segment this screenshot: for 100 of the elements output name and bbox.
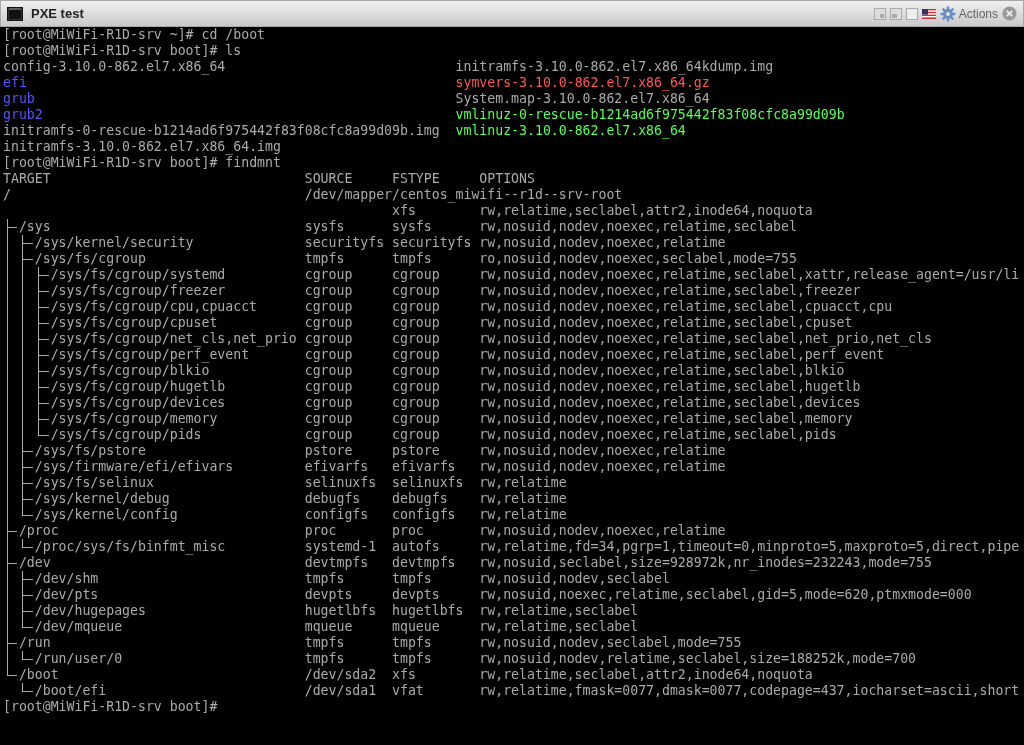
file-name: efi xyxy=(3,75,27,90)
restore-icon[interactable] xyxy=(889,7,902,20)
file-name: vmlinuz-0-rescue-b1214ad6f975442f83f08cfc8a99d09b xyxy=(455,107,845,122)
mount-options: rw,relatime,seclabel,attr2,inode64,noquota xyxy=(479,667,813,683)
mount-fstype: proc xyxy=(392,523,425,539)
mount-fstype: sysfs xyxy=(392,219,433,235)
mount-source: /dev/sda2 xyxy=(304,667,378,683)
mount-source: devpts xyxy=(304,587,354,603)
mount-fstype: tmpfs xyxy=(392,635,433,651)
mount-fstype: cgroup xyxy=(392,395,441,411)
mount-fstype: cgroup xyxy=(392,427,441,443)
mount-target: /sys/fs/cgroup/pids xyxy=(50,427,202,443)
mount-target: /sys xyxy=(18,219,51,235)
mount-source: securityfs xyxy=(304,235,386,251)
mount-fstype: devpts xyxy=(392,587,441,603)
mount-options: rw,nosuid,nodev,relatime,seclabel,size=188252k,mode=700 xyxy=(479,651,917,667)
maximize-icon[interactable] xyxy=(905,7,918,20)
mount-fstype: selinuxfs xyxy=(392,475,465,491)
mount-fstype: tmpfs xyxy=(392,251,433,267)
mount-options: rw,relatime xyxy=(479,507,567,523)
mount-source: pstore xyxy=(304,443,354,459)
mount-options: rw,nosuid,nodev,noexec,relatime,seclabel,cpuacct,cpu xyxy=(479,299,893,315)
mount-options: rw,relatime xyxy=(479,491,567,507)
mount-fstype: cgroup xyxy=(392,331,441,347)
mount-fstype: cgroup xyxy=(392,283,441,299)
mount-fstype: autofs xyxy=(392,539,441,555)
mount-fstype: cgroup xyxy=(392,379,441,395)
mount-source: systemd-1 xyxy=(304,539,378,555)
mount-options: ro,nosuid,nodev,noexec,seclabel,mode=755 xyxy=(479,251,797,267)
mount-options: rw,relatime,fd=34,pgrp=1,timeout=0,minproto=5,maxproto=5,direct,pipe xyxy=(479,539,1020,555)
mount-fstype: debugfs xyxy=(392,491,449,507)
mount-source: configfs xyxy=(304,507,370,523)
mount-target: /sys/fs/cgroup/devices xyxy=(50,395,226,411)
mount-target: /sys/fs/cgroup/cpuset xyxy=(50,315,218,331)
mount-options: rw,nosuid,nodev,noexec,relatime,seclabel,net_prio,net_cls xyxy=(479,331,932,347)
mount-source: cgroup xyxy=(304,379,354,395)
file-name: grub xyxy=(3,91,35,106)
file-name: config-3.10.0-862.el7.x86_64 xyxy=(3,59,226,74)
mount-options: rw,nosuid,nodev,noexec,relatime,seclabel,cpuset xyxy=(479,315,853,331)
mount-source: mqueue xyxy=(304,619,354,635)
mount-source: cgroup xyxy=(304,267,354,283)
mount-target: /sys/fs/cgroup/systemd xyxy=(50,267,226,283)
mount-fstype: cgroup xyxy=(392,363,441,379)
mount-source: sysfs xyxy=(304,219,346,235)
mount-fstype: cgroup xyxy=(392,267,441,283)
command-line: [root@MiWiFi-R1D-srv ~]# cd /boot xyxy=(3,27,265,43)
mount-source: cgroup xyxy=(304,331,354,347)
mount-target: /proc xyxy=(18,523,59,539)
mount-options: rw,nosuid,nodev,noexec,relatime xyxy=(479,459,726,475)
flag-icon[interactable] xyxy=(921,8,936,19)
window-title: PXE test xyxy=(31,6,84,21)
mount-target: /dev/hugepages xyxy=(34,603,146,619)
mount-target: /sys/fs/cgroup/perf_event xyxy=(50,347,250,363)
mount-fstype: devtmpfs xyxy=(392,555,457,571)
mount-fstype: cgroup xyxy=(392,315,441,331)
mount-target: /boot xyxy=(18,667,59,683)
actions-button[interactable]: Actions xyxy=(939,5,998,22)
mount-target: /dev/pts xyxy=(34,587,99,603)
mount-fstype: tmpfs xyxy=(392,651,433,667)
mount-target: /sys/kernel/debug xyxy=(34,491,170,507)
mount-target: /sys/fs/cgroup/net_cls,net_prio xyxy=(50,331,297,347)
minimize-icon[interactable] xyxy=(873,7,886,20)
mount-fstype: xfs xyxy=(392,203,417,219)
mount-options: rw,nosuid,seclabel,size=928972k,nr_inodes=232243,mode=755 xyxy=(479,555,932,571)
mount-target: /sys/fs/cgroup/hugetlb xyxy=(50,379,226,395)
mount-target: /dev/mqueue xyxy=(34,619,123,635)
mount-options: rw,nosuid,noexec,relatime,seclabel,gid=5,mode=620,ptmxmode=000 xyxy=(479,587,972,603)
mount-options: rw,relatime,seclabel,attr2,inode64,noquota xyxy=(479,203,813,219)
close-icon[interactable] xyxy=(1002,6,1017,21)
mount-target: /dev xyxy=(18,555,51,571)
mount-source: tmpfs xyxy=(304,635,346,651)
mount-options: rw,nosuid,nodev,noexec,relatime,seclabel,freezer xyxy=(479,283,861,299)
mount-options: rw,nosuid,nodev,noexec,relatime,seclabel,hugetlb xyxy=(479,379,861,395)
mount-fstype: mqueue xyxy=(392,619,441,635)
mount-source: tmpfs xyxy=(304,571,346,587)
mount-source: debugfs xyxy=(304,491,362,507)
mount-source: cgroup xyxy=(304,363,354,379)
mount-fstype: tmpfs xyxy=(392,571,433,587)
mount-options: rw,relatime xyxy=(479,475,567,491)
mount-source: cgroup xyxy=(304,411,354,427)
mount-target: /sys/fs/selinux xyxy=(34,475,154,491)
mount-fstype: cgroup xyxy=(392,299,441,315)
mount-target: /sys/fs/cgroup/cpu,cpuacct xyxy=(50,299,258,315)
mount-options: rw,nosuid,nodev,noexec,relatime xyxy=(479,523,726,539)
file-name: initramfs-0-rescue-b1214ad6f975442f83f08cfc8a99d09b.img xyxy=(3,123,440,138)
mount-options: rw,relatime,seclabel xyxy=(479,619,639,635)
mount-options: rw,relatime,fmask=0077,dmask=0077,codepage=437,iocharset=ascii,short xyxy=(479,683,1020,699)
mount-target: /sys/fs/cgroup/blkio xyxy=(50,363,210,379)
mount-source: cgroup xyxy=(304,395,354,411)
mount-options: rw,relatime,seclabel xyxy=(479,603,639,619)
mount-fstype: configfs xyxy=(392,507,457,523)
mount-source: proc xyxy=(304,523,338,539)
mount-target: /dev/shm xyxy=(34,571,99,587)
column-header: FSTYPE xyxy=(392,171,440,186)
mount-source: cgroup xyxy=(304,315,354,331)
mount-target: /run xyxy=(18,635,51,651)
mount-target: / xyxy=(3,187,11,203)
mount-options: rw,nosuid,nodev,noexec,relatime,seclabel,perf_event xyxy=(479,347,885,363)
mount-fstype: cgroup xyxy=(392,411,441,427)
mount-target: /sys/fs/cgroup xyxy=(34,251,146,267)
